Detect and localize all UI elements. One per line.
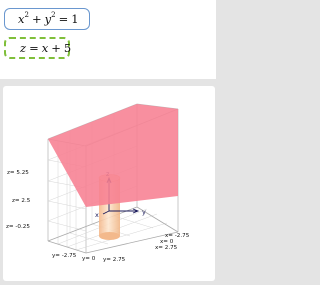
plot-3d-canvas[interactable]: z y x z= 5.25 z= 2.5 z= -0.25 y= -2.75 y… [3,86,215,281]
eq2-lhs: z [20,41,27,55]
y-tick-label: y= 2.75 [103,257,126,263]
x-axis-label: x [95,211,99,219]
eq1-rhs: 1 [71,12,79,26]
eq2-var-x: x [41,41,49,55]
eq1-plus: + [31,12,42,26]
eq1-equals: = [58,12,69,26]
eq1-exp-1: 2 [24,11,29,19]
y-tick-label: y= -2.75 [52,253,77,259]
eq2-const: 5 [63,41,72,55]
graphics-3d-view[interactable]: z y x z= 5.25 z= 2.5 z= -0.25 y= -2.75 y… [3,86,215,281]
z-tick-label: z= 5.25 [7,170,29,176]
plane-surface[interactable] [48,104,178,207]
z-tick-label: z= 2.5 [12,198,31,204]
equation-field-2[interactable]: z = x + 5 [4,37,72,59]
cylinder-bottom [99,232,120,240]
eq2-equals: = [29,41,39,55]
y-axis-label: y [142,208,146,216]
eq2-plus: + [51,41,61,55]
z-tick-label: z= -0.25 [6,224,30,230]
eq1-exp-2: 2 [51,11,56,19]
equation-field-1[interactable]: x2 + y2 = 1 [4,8,90,30]
algebra-input-panel: x2 + y2 = 1 z = x + 5 [0,0,216,79]
y-tick-label: y= 0 [82,256,96,262]
x-tick-label: x= 2.75 [155,245,178,251]
